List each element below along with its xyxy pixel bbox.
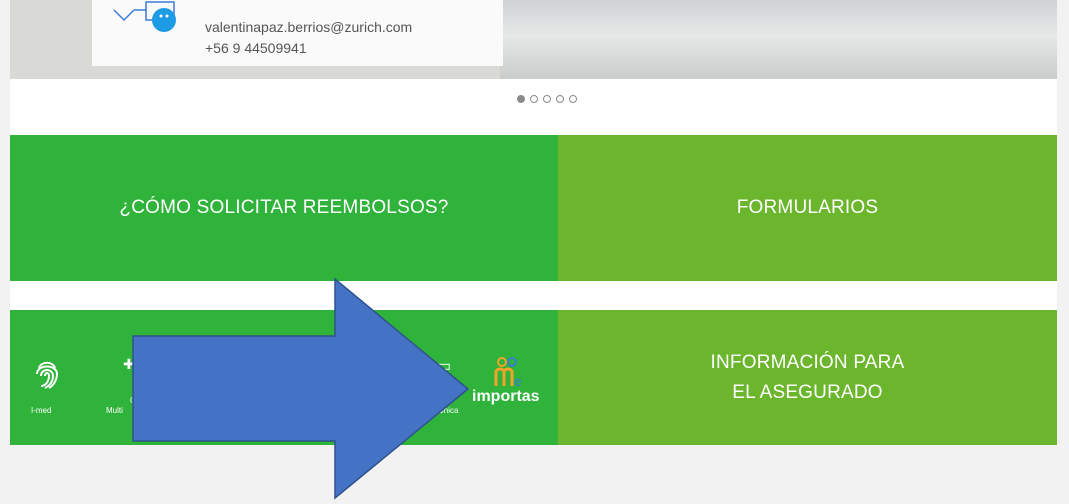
carousel-dots bbox=[517, 95, 577, 103]
app-label-imed[interactable]: I-med bbox=[31, 406, 51, 415]
carousel-dot[interactable] bbox=[530, 95, 538, 103]
divider bbox=[10, 281, 1057, 310]
app-label-multi-1: Co bbox=[130, 396, 141, 405]
app-label-unica: Única bbox=[438, 406, 459, 415]
contact-card: valentinapaz.berrios@zurich.com +56 9 44… bbox=[92, 0, 503, 66]
tile-informacion-asegurado[interactable]: INFORMACIÓN PARA EL ASEGURADO bbox=[558, 310, 1057, 445]
tile-info-line-1: INFORMACIÓN PARA bbox=[710, 351, 905, 373]
fingerprint-icon[interactable] bbox=[33, 358, 61, 392]
tile-formularios[interactable]: FORMULARIOS bbox=[558, 135, 1057, 281]
page: valentinapaz.berrios@zurich.com +56 9 44… bbox=[10, 0, 1057, 504]
carousel-dot[interactable] bbox=[517, 95, 525, 103]
contact-email[interactable]: valentinapaz.berrios@zurich.com bbox=[205, 19, 412, 35]
tile-reembolsos-label: ¿CÓMO SOLICITAR REEMBOLSOS? bbox=[119, 197, 449, 218]
hero-banner: valentinapaz.berrios@zurich.com +56 9 44… bbox=[10, 0, 1057, 79]
chat-bubbles-icon bbox=[113, 1, 176, 32]
tile-reembolsos[interactable]: ¿CÓMO SOLICITAR REEMBOLSOS? bbox=[10, 135, 558, 281]
carousel-dot[interactable] bbox=[556, 95, 564, 103]
me-importas-wordmark: importas bbox=[472, 388, 540, 405]
carousel-dot[interactable] bbox=[543, 95, 551, 103]
tile-info-line-2: EL ASEGURADO bbox=[732, 381, 883, 403]
hero-photo bbox=[500, 0, 1057, 79]
svg-text:e: e bbox=[514, 373, 522, 389]
tile-formularios-label: FORMULARIOS bbox=[736, 197, 879, 218]
apps-strip bbox=[10, 310, 558, 445]
medical-cross-icon[interactable]: ✚ bbox=[123, 356, 135, 373]
document-icon[interactable]: ▭ bbox=[436, 356, 451, 376]
app-label-multi-2: Multi bbox=[106, 406, 123, 415]
contact-phone: +56 9 44509941 bbox=[205, 40, 307, 56]
carousel-pagination bbox=[10, 79, 1057, 135]
carousel-dot[interactable] bbox=[569, 95, 577, 103]
